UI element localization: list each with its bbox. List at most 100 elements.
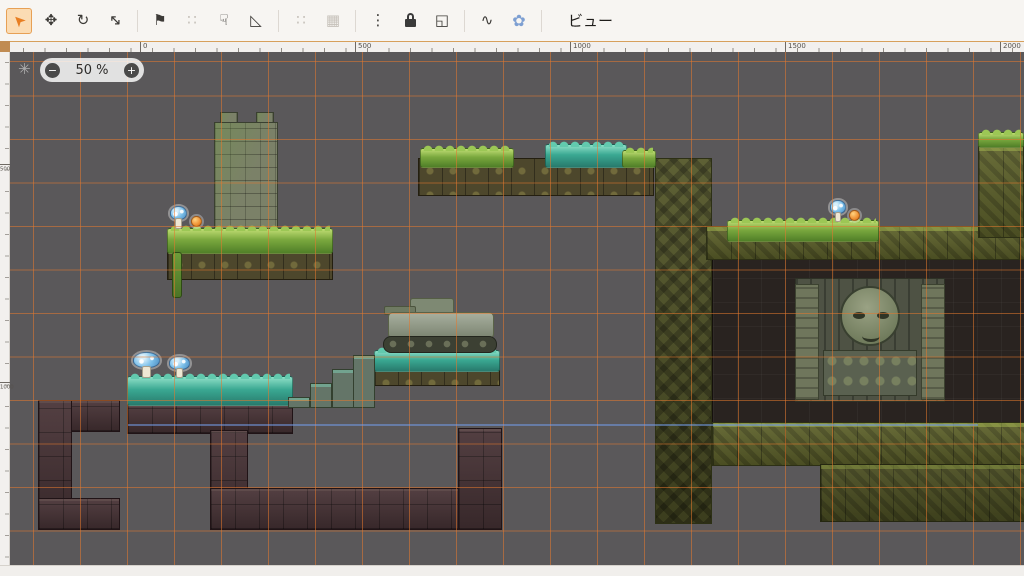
ruler-vertical: 500 1000 xyxy=(0,52,10,565)
marquee-icon: ◱ xyxy=(435,13,449,28)
mossy-ledge[interactable] xyxy=(712,422,1024,466)
ruler-tick xyxy=(1000,42,1001,52)
stamp-flag-tool-button[interactable]: ⚑ xyxy=(147,8,173,34)
connect-tool-button[interactable]: ∿ xyxy=(474,8,500,34)
select-icon: ➤ xyxy=(9,11,29,31)
mossy-column[interactable] xyxy=(655,158,712,524)
ruler-label: 1000 xyxy=(573,42,591,50)
rotate-icon: ↻ xyxy=(77,13,90,28)
mushroom-stem xyxy=(142,366,152,378)
dirt-bracket-bottom[interactable] xyxy=(38,498,120,530)
pattern-dots-icon: ∷ xyxy=(296,13,306,28)
statue-mouth xyxy=(862,330,880,342)
tile-grid-icon: ▦ xyxy=(326,13,340,28)
ornate-block-row[interactable] xyxy=(374,370,500,386)
stone-stair-step[interactable] xyxy=(332,369,354,408)
vine[interactable] xyxy=(172,252,182,298)
tower-body xyxy=(214,122,278,234)
lock-tool-button[interactable] xyxy=(397,8,423,34)
level-canvas[interactable] xyxy=(10,52,1024,565)
mushroom-stem xyxy=(835,212,841,222)
statue-pillar-left xyxy=(795,284,819,400)
teal-grass-segment[interactable] xyxy=(545,144,627,168)
more-options-button[interactable]: ⋮ xyxy=(365,8,391,34)
selection-guide-line xyxy=(128,424,978,426)
pickup-group[interactable] xyxy=(830,198,866,224)
scale-icon: ↔ xyxy=(105,11,125,31)
ruler-label: 1000 xyxy=(0,384,14,390)
blue-mushroom-large[interactable] xyxy=(133,352,160,378)
blue-mushroom[interactable] xyxy=(830,200,846,222)
teal-grass-platform[interactable] xyxy=(374,350,500,372)
hand-tool-button[interactable]: ☟ xyxy=(211,8,237,34)
toolbar-divider xyxy=(541,10,542,32)
connect-wave-icon: ∿ xyxy=(481,13,494,28)
pickup-group[interactable] xyxy=(170,203,206,229)
stone-tower[interactable] xyxy=(214,112,278,234)
slope-tool-button[interactable]: ◺ xyxy=(243,8,269,34)
pickup-group[interactable] xyxy=(133,352,207,378)
pattern-tool-button[interactable]: ∷ xyxy=(288,8,314,34)
ruler-tick xyxy=(355,42,356,52)
zoom-control: − 50 % + xyxy=(40,58,144,82)
blue-mushroom[interactable] xyxy=(169,356,190,378)
toolbar: ➤ ✥ ↻ ↔ ⚑ ∷ ☟ ◺ ∷ ▦ ⋮ ◱ ∿ ✿ ビュー xyxy=(0,0,1024,41)
select-tool-button[interactable]: ➤ xyxy=(6,8,32,34)
stone-stair-step[interactable] xyxy=(310,383,332,408)
grass-platform[interactable] xyxy=(420,148,514,168)
statue-face xyxy=(840,286,900,346)
blue-mushroom[interactable] xyxy=(170,206,187,229)
tile-grid-tool-button[interactable]: ▦ xyxy=(320,8,346,34)
ruler-label: 500 xyxy=(0,166,10,172)
teal-grass-platform[interactable] xyxy=(127,376,293,406)
zoom-level-label: 50 % xyxy=(60,63,124,78)
statue-pillar-right xyxy=(921,284,945,400)
ruler-label: 2000 xyxy=(1003,42,1021,50)
zoom-in-button[interactable]: + xyxy=(124,63,139,78)
mushroom-stem xyxy=(176,368,184,378)
mossy-slab[interactable] xyxy=(820,464,1024,522)
stone-stair-step[interactable] xyxy=(288,397,310,408)
ruler-label: 1500 xyxy=(788,42,806,50)
grass-cap[interactable] xyxy=(978,132,1024,148)
zoom-out-button[interactable]: − xyxy=(45,63,60,78)
particle-tool-button[interactable]: ✿ xyxy=(506,8,532,34)
grass-platform[interactable] xyxy=(167,228,333,254)
scale-tool-button[interactable]: ↔ xyxy=(102,8,128,34)
ruler-tick xyxy=(140,42,141,52)
stone-stair-step[interactable] xyxy=(353,355,375,408)
marquee-tool-button[interactable]: ◱ xyxy=(429,8,455,34)
kebab-menu-icon: ⋮ xyxy=(371,13,386,28)
orange-fruit[interactable] xyxy=(849,210,860,221)
stone-face-statue[interactable] xyxy=(795,278,945,402)
slope-triangle-icon: ◺ xyxy=(250,13,262,28)
tank-vehicle[interactable] xyxy=(380,298,498,352)
view-menu-button[interactable]: ビュー xyxy=(560,6,621,35)
corner-moss-block[interactable] xyxy=(978,146,1024,238)
toolbar-divider xyxy=(464,10,465,32)
mushroom-stem xyxy=(175,218,181,229)
toolbar-divider xyxy=(137,10,138,32)
ruler-label: 0 xyxy=(143,42,147,50)
dirt-column[interactable] xyxy=(458,428,502,530)
ruler-tick xyxy=(0,164,10,165)
horizontal-scrollbar-track[interactable] xyxy=(0,565,1024,576)
tank-treads xyxy=(383,336,497,353)
ruler-tick xyxy=(570,42,571,52)
ruler-label: 500 xyxy=(358,42,371,50)
move-tool-button[interactable]: ✥ xyxy=(38,8,64,34)
ruler-tick xyxy=(785,42,786,52)
toolbar-divider xyxy=(355,10,356,32)
orange-fruit[interactable] xyxy=(191,216,202,227)
rotate-tool-button[interactable]: ↻ xyxy=(70,8,96,34)
statue-ornament-panel xyxy=(823,350,917,396)
hand-icon: ☟ xyxy=(219,13,228,28)
statue-eye xyxy=(877,312,889,319)
ruler-horizontal: 0 500 1000 1500 2000 xyxy=(10,41,1024,52)
vertex-tool-button[interactable]: ∷ xyxy=(179,8,205,34)
grass-platform[interactable] xyxy=(622,150,656,168)
tank-hull xyxy=(388,312,494,339)
vertex-dots-icon: ∷ xyxy=(187,13,197,28)
ornate-block-row[interactable] xyxy=(167,252,333,280)
ruler-corner xyxy=(0,41,10,52)
